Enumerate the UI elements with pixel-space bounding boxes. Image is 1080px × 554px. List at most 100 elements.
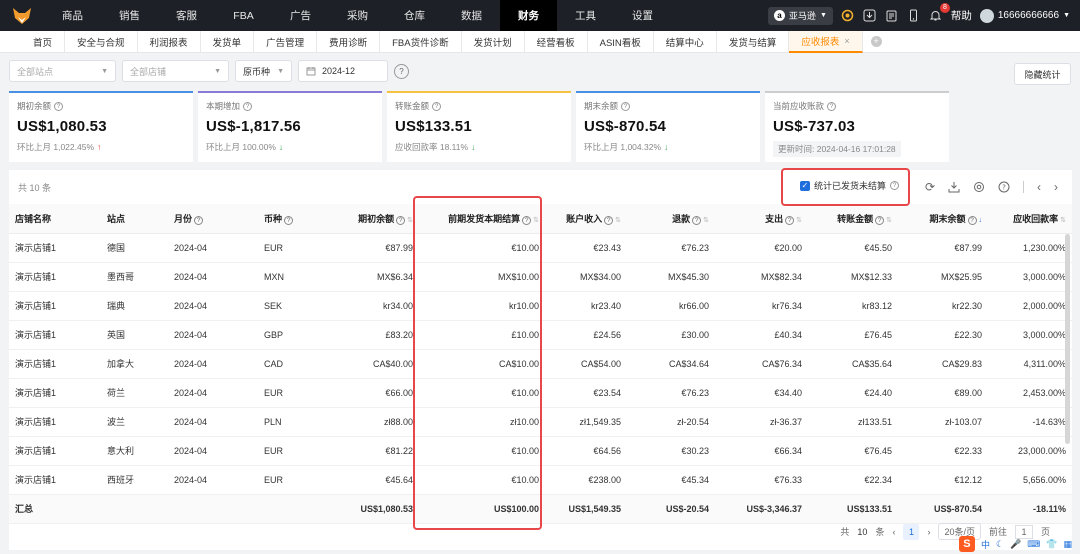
- mobile-icon[interactable]: [907, 9, 921, 23]
- sort-icon[interactable]: ⇅: [407, 217, 413, 224]
- sort-icon[interactable]: ⇅: [796, 217, 802, 224]
- menu-item-0[interactable]: 商品: [44, 0, 101, 31]
- tab-10[interactable]: 结算中心: [654, 30, 717, 53]
- help-icon[interactable]: ?: [394, 63, 409, 79]
- col-header-7[interactable]: 退款? ⇅: [627, 204, 715, 234]
- download-icon[interactable]: [863, 9, 877, 23]
- target-icon[interactable]: [841, 9, 855, 23]
- menu-item-3[interactable]: FBA: [215, 0, 272, 31]
- hide-stats-button[interactable]: 隐藏统计: [1014, 63, 1071, 85]
- tab-3[interactable]: 发货单: [201, 30, 255, 53]
- table-row[interactable]: 演示店铺1 西班牙 2024-04 EUR €45.64 €10.00 €238.00 €45…: [9, 465, 1072, 495]
- menu-item-4[interactable]: 广告: [272, 0, 329, 31]
- platform-switch[interactable]: a 亚马逊 ▼: [767, 6, 833, 25]
- settings-icon[interactable]: [973, 181, 985, 193]
- help-icon[interactable]: ?: [875, 215, 885, 225]
- menu-item-10[interactable]: 设置: [614, 0, 671, 31]
- help-icon[interactable]: ?: [604, 215, 614, 225]
- help-link[interactable]: 帮助: [951, 8, 972, 23]
- next-page-icon[interactable]: ›: [927, 527, 930, 537]
- sort-icon[interactable]: ⇅: [533, 217, 539, 224]
- export-icon[interactable]: [948, 181, 960, 193]
- help-icon[interactable]: ?: [194, 215, 204, 225]
- refresh-icon[interactable]: ⟳: [925, 180, 935, 194]
- col-header-1[interactable]: 站点: [101, 204, 168, 234]
- menu-item-5[interactable]: 采购: [329, 0, 386, 31]
- help-icon[interactable]: ?: [692, 215, 702, 225]
- tab-6[interactable]: FBA货件诊断: [380, 30, 462, 53]
- sort-icon[interactable]: ⇅: [886, 217, 892, 224]
- col-header-0[interactable]: 店铺名称: [9, 204, 101, 234]
- keyboard-icon[interactable]: ⌨: [1027, 539, 1040, 550]
- prev-page-icon[interactable]: ‹: [892, 527, 895, 537]
- tab-0[interactable]: 首页: [21, 30, 66, 53]
- table-row[interactable]: 演示店铺1 意大利 2024-04 EUR €81.22 €10.00 €64.56 €30.…: [9, 436, 1072, 466]
- help-icon[interactable]: ?: [54, 101, 64, 111]
- help-icon[interactable]: ?: [243, 101, 253, 111]
- app-logo[interactable]: [0, 0, 44, 31]
- vertical-scrollbar[interactable]: [1065, 234, 1070, 444]
- sort-icon[interactable]: ⇅: [1060, 217, 1066, 224]
- clipboard-icon[interactable]: [885, 9, 899, 23]
- tab-11[interactable]: 发货与结算: [717, 30, 790, 53]
- grid-icon[interactable]: ▦: [1063, 539, 1072, 550]
- tab-4[interactable]: 广告管理: [254, 30, 318, 53]
- menu-item-8[interactable]: 财务: [500, 0, 557, 31]
- tab-1[interactable]: 安全与合规: [65, 30, 138, 53]
- table-row[interactable]: 演示店铺1 瑞典 2024-04 SEK kr34.00 kr10.00 kr23.40 kr…: [9, 291, 1072, 321]
- col-header-3[interactable]: 币种?: [258, 204, 330, 234]
- table-row[interactable]: 演示店铺1 墨西哥 2024-04 MXN MX$6.34 MX$10.00 MX$34.0…: [9, 262, 1072, 292]
- sort-icon[interactable]: ⇅: [703, 217, 709, 224]
- menu-item-7[interactable]: 数据: [443, 0, 500, 31]
- help-icon[interactable]: ?: [967, 215, 977, 225]
- col-header-8[interactable]: 支出? ⇅: [715, 204, 808, 234]
- col-header-6[interactable]: 账户收入? ⇅: [545, 204, 627, 234]
- help-icon[interactable]: ?: [785, 215, 795, 225]
- mic-icon[interactable]: 🎤: [1010, 539, 1021, 550]
- menu-item-9[interactable]: 工具: [557, 0, 614, 31]
- shirt-icon[interactable]: 👕: [1046, 539, 1057, 550]
- help-icon[interactable]: ?: [890, 181, 900, 190]
- chevron-left-icon[interactable]: ‹: [1037, 180, 1041, 194]
- menu-item-6[interactable]: 仓库: [386, 0, 443, 31]
- col-header-10[interactable]: 期末余额? ↓: [898, 204, 988, 234]
- col-header-5[interactable]: 前期发货本期结算? ⇅: [419, 204, 545, 234]
- close-icon[interactable]: ×: [844, 36, 849, 46]
- help-icon[interactable]: ?: [284, 215, 294, 225]
- tab-7[interactable]: 发货计划: [462, 30, 525, 53]
- tab-5[interactable]: 费用诊断: [317, 30, 381, 53]
- stat-unsettled-checkbox[interactable]: ✓ 统计已发货未结算 ?: [800, 179, 900, 192]
- help-icon[interactable]: ?: [396, 215, 406, 225]
- table-row[interactable]: 演示店铺1 加拿大 2024-04 CAD CA$40.00 CA$10.00 CA$54.…: [9, 349, 1072, 379]
- month-picker[interactable]: 2024-12: [298, 60, 388, 82]
- help-icon[interactable]: ?: [522, 215, 532, 225]
- sort-icon[interactable]: ⇅: [615, 217, 621, 224]
- table-row[interactable]: 演示店铺1 荷兰 2024-04 EUR €66.00 €10.00 €23.54 €76.2…: [9, 378, 1072, 408]
- tab-2[interactable]: 利润报表: [138, 30, 201, 53]
- question-icon[interactable]: ?: [998, 181, 1010, 193]
- menu-item-1[interactable]: 销售: [101, 0, 158, 31]
- user-menu[interactable]: 16666666666 ▼: [979, 8, 1070, 23]
- col-header-11[interactable]: 应收回款率 ⇅: [988, 204, 1072, 234]
- menu-item-2[interactable]: 客服: [158, 0, 215, 31]
- current-page[interactable]: 1: [903, 523, 920, 540]
- sogou-icon[interactable]: S: [958, 536, 975, 552]
- shop-select[interactable]: 全部店铺 ▼: [122, 60, 229, 82]
- chevron-right-icon[interactable]: ›: [1054, 180, 1058, 194]
- help-icon[interactable]: ?: [827, 101, 837, 111]
- col-header-4[interactable]: 期初余额? ⇅: [330, 204, 419, 234]
- moon-icon[interactable]: ☾: [996, 539, 1004, 550]
- table-row[interactable]: 演示店铺1 波兰 2024-04 PLN zł88.00 zł10.00 zł1,549.3…: [9, 407, 1072, 437]
- tab-8[interactable]: 经营看板: [525, 30, 588, 53]
- add-tab-icon[interactable]: +: [870, 36, 882, 47]
- col-header-9[interactable]: 转账金额? ⇅: [808, 204, 898, 234]
- currency-select[interactable]: 原币种 ▼: [235, 60, 292, 82]
- sort-icon[interactable]: ↓: [979, 217, 983, 224]
- tab-12[interactable]: 应收报表 ×: [789, 30, 863, 53]
- site-select[interactable]: 全部站点 ▼: [9, 60, 116, 82]
- table-row[interactable]: 演示店铺1 德国 2024-04 EUR €87.99 €10.00 €23.43 €76.2…: [9, 233, 1072, 263]
- ime-lang[interactable]: 中: [981, 538, 990, 551]
- bell-icon[interactable]: 8: [929, 2, 950, 23]
- tab-9[interactable]: ASIN看板: [588, 30, 654, 53]
- table-row[interactable]: 演示店铺1 英国 2024-04 GBP £83.20 £10.00 £24.56 £30.0…: [9, 320, 1072, 350]
